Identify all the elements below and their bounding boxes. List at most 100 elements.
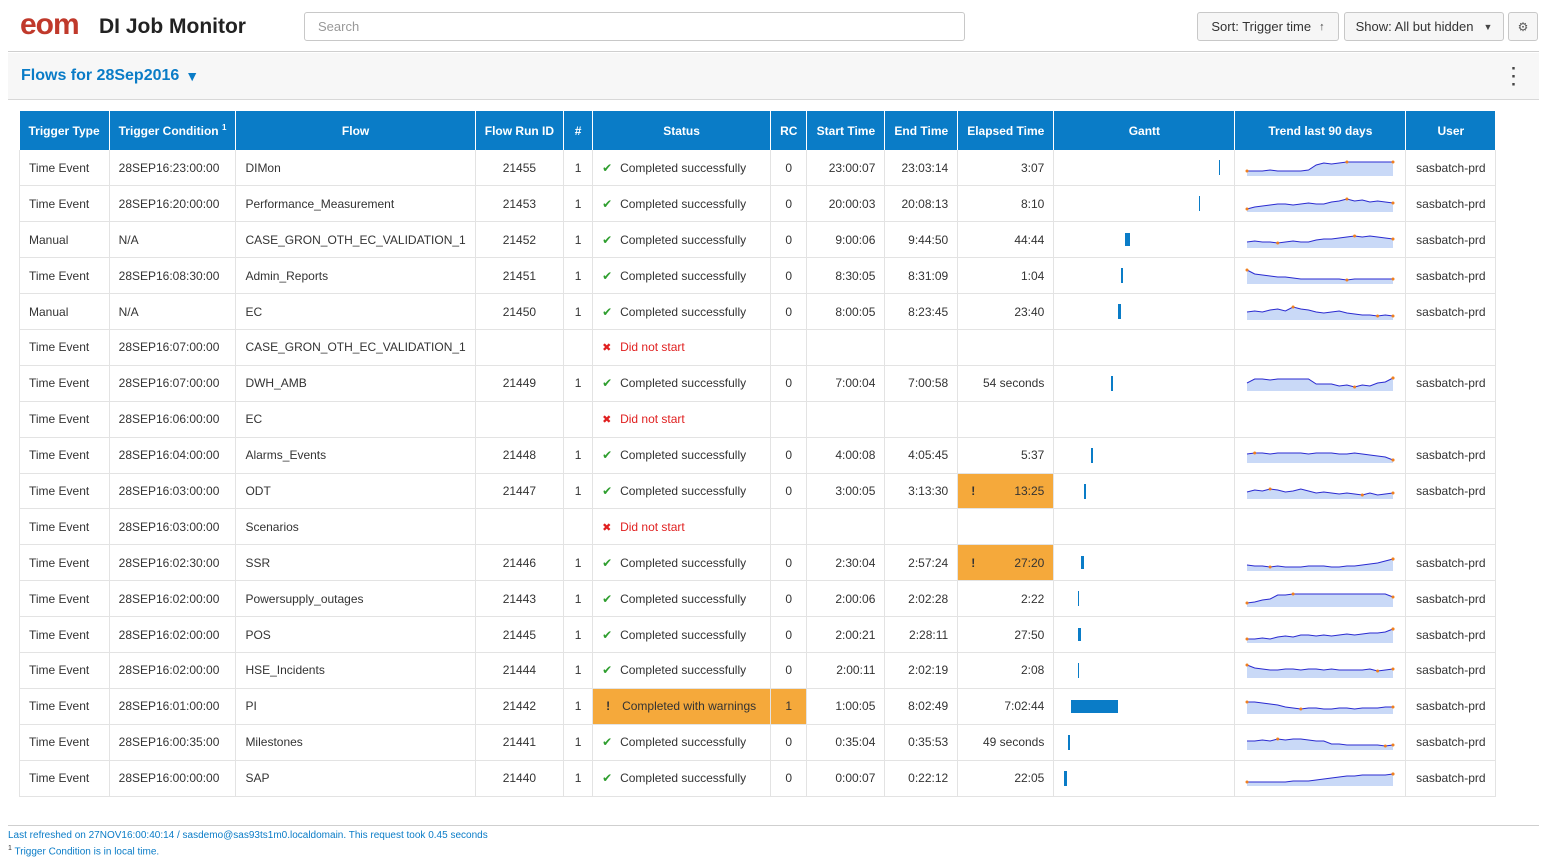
trend-sparkline [1247,487,1395,499]
run-number-cell: 1 [563,473,594,510]
flow-name-cell[interactable]: DIMon [235,150,476,187]
flow-name-cell[interactable]: SAP [235,760,476,797]
trend-point [1353,234,1357,238]
start-time-cell [806,329,886,366]
gantt-bar[interactable] [1121,268,1123,284]
flow-run-id-cell: 21446 [475,544,565,582]
col-run-number[interactable]: # [563,111,594,150]
gantt-bar[interactable] [1081,556,1085,570]
col-flow-run-id[interactable]: Flow Run ID [475,111,565,150]
col-status[interactable]: Status [592,111,772,150]
table-row[interactable]: Time Event 28SEP16:02:30:00 SSR 21446 1 ✔ Comp… [19,544,1497,582]
flow-name-cell[interactable]: Scenarios [235,508,476,546]
table-row[interactable]: Time Event 28SEP16:00:00:00 SAP 21440 1 ✔ Comp… [19,760,1497,797]
end-time-cell: 2:02:19 [884,652,959,689]
col-trigger-condition[interactable]: Trigger Condition 1 [109,111,237,150]
flow-name-cell[interactable]: CASE_GRON_OTH_EC_VALIDATION_1 [235,329,476,366]
table-row[interactable]: Time Event 28SEP16:04:00:00 Alarms_Events 2… [19,437,1497,474]
trend-point [1391,595,1395,599]
status-text: Completed successfully [620,483,747,498]
table-row[interactable]: Time Event 28SEP16:02:00:00 HSE_Incidents 2… [19,652,1497,689]
gantt-bar[interactable] [1091,447,1093,463]
flow-name-cell[interactable]: Performance_Measurement [235,185,476,223]
col-rc[interactable]: RC [770,111,808,150]
search-input[interactable] [304,12,965,41]
user-cell: sasbatch-prd [1405,257,1497,295]
elapsed-time-cell: 44:44 [957,221,1055,259]
table-row[interactable]: Time Event 28SEP16:23:00:00 DIMon 21455 1 ✔ Co… [19,150,1497,187]
flow-name-cell[interactable]: ODT [235,473,476,510]
gantt-bar[interactable] [1077,628,1081,642]
gantt-bar[interactable] [1198,196,1201,212]
trend-sparkline [1247,737,1395,751]
flows-date-dropdown[interactable]: Flows for 28Sep2016 ▼ [21,67,199,85]
flow-name-cell[interactable]: SSR [235,544,476,582]
table-row[interactable]: Time Event 28SEP16:01:00:00 PI 21442 1! Compl… [19,688,1497,725]
table-row[interactable]: Time Event 28SEP16:02:00:00 Powersupply_ou… [19,580,1497,618]
settings-button[interactable]: ⚙ [1508,12,1538,41]
trigger-type-cell: Time Event [19,365,110,402]
kebab-icon[interactable]: · · · [1508,60,1520,93]
rc-cell: 0 [770,724,808,761]
table-row[interactable]: Time Event 28SEP16:02:00:00 POS 21445 1 ✔ Comp… [19,616,1497,653]
flow-name-cell[interactable]: Alarms_Events [235,437,476,474]
table-row[interactable]: Time Event 28SEP16:08:30:00 Admin_Reports 2… [19,257,1497,295]
col-start-time[interactable]: Start Time [806,111,886,150]
table-row[interactable]: Time Event 28SEP16:07:00:00 CASE_GRON_OTH_… [19,329,1497,366]
col-elapsed-time[interactable]: Elapsed Time [957,111,1055,150]
gantt-bar[interactable] [1071,699,1119,713]
flow-name-cell[interactable]: Milestones [235,724,476,761]
gantt-bar[interactable] [1118,304,1121,320]
table-row[interactable]: Time Event 28SEP16:03:00:00 Scenarios ✖ Did … [19,508,1497,546]
run-number-cell: 1 [563,724,594,761]
trend-point [1376,669,1380,673]
col-flow[interactable]: Flow [235,111,476,150]
gantt-bar[interactable] [1218,160,1221,175]
table-row[interactable]: Manual N/A CASE_GRON_OTH_EC_VALIDATION_1 21… [19,221,1497,259]
trend-point [1391,705,1395,709]
footer-divider [8,825,1539,826]
gantt-bar[interactable] [1077,662,1080,678]
flow-name-cell[interactable]: CASE_GRON_OTH_EC_VALIDATION_1 [235,221,476,259]
gantt-bar[interactable] [1084,483,1086,499]
end-time-cell: 0:22:12 [884,760,959,797]
gantt-bar[interactable] [1068,734,1070,750]
gantt-bar[interactable] [1111,375,1113,391]
end-time-cell: 20:08:13 [884,185,959,223]
col-trigger-type[interactable]: Trigger Type [19,111,110,150]
table-row[interactable]: Time Event 28SEP16:20:00:00 Performance_Me… [19,185,1497,223]
check-icon: ✔ [602,663,613,678]
table-row[interactable]: Time Event 28SEP16:06:00:00 EC ✖ Did not sta… [19,401,1497,438]
run-number-cell: 1 [563,652,594,689]
status-cell: ✖ Did not start [592,508,772,546]
check-icon: ✔ [602,555,613,570]
show-filter-button[interactable]: Show: All but hidden ▼ [1344,12,1504,41]
flow-name-cell[interactable]: EC [235,401,476,438]
table-row[interactable]: Time Event 28SEP16:07:00:00 DWH_AMB 21449 1 ✔… [19,365,1497,402]
footnote: 1 Trigger Condition is in local time. [8,845,159,857]
trend-sparkline-cell [1234,688,1407,725]
table-row[interactable]: Time Event 28SEP16:03:00:00 ODT 21447 1 ✔ Comp… [19,473,1497,510]
col-end-time[interactable]: End Time [884,111,959,150]
gantt-bar[interactable] [1077,591,1080,607]
col-user[interactable]: User [1405,111,1497,150]
trigger-type-cell: Time Event [19,437,110,474]
status-text: Completed successfully [620,304,747,319]
app-title: DI Job Monitor [99,15,246,38]
table-row[interactable]: Time Event 28SEP16:00:35:00 Milestones 2144… [19,724,1497,761]
flow-name-cell[interactable]: HSE_Incidents [235,652,476,689]
flow-name-cell[interactable]: PI [235,688,476,725]
user-cell: sasbatch-prd [1405,185,1497,223]
trend-sparkline-cell [1234,724,1407,761]
flow-name-cell[interactable]: Admin_Reports [235,257,476,295]
flow-name-cell[interactable]: POS [235,616,476,653]
sort-button[interactable]: Sort: Trigger time ↑ [1197,12,1339,41]
flow-name-cell[interactable]: EC [235,293,476,330]
user-cell: sasbatch-prd [1405,616,1497,653]
trend-area [1247,558,1394,571]
flow-name-cell[interactable]: DWH_AMB [235,365,476,402]
table-row[interactable]: Manual N/A EC 21450 1 ✔ Completed successfully… [19,293,1497,330]
gantt-bar[interactable] [1124,233,1130,247]
flow-name-cell[interactable]: Powersupply_outages [235,580,476,618]
gantt-bar[interactable] [1064,770,1067,786]
